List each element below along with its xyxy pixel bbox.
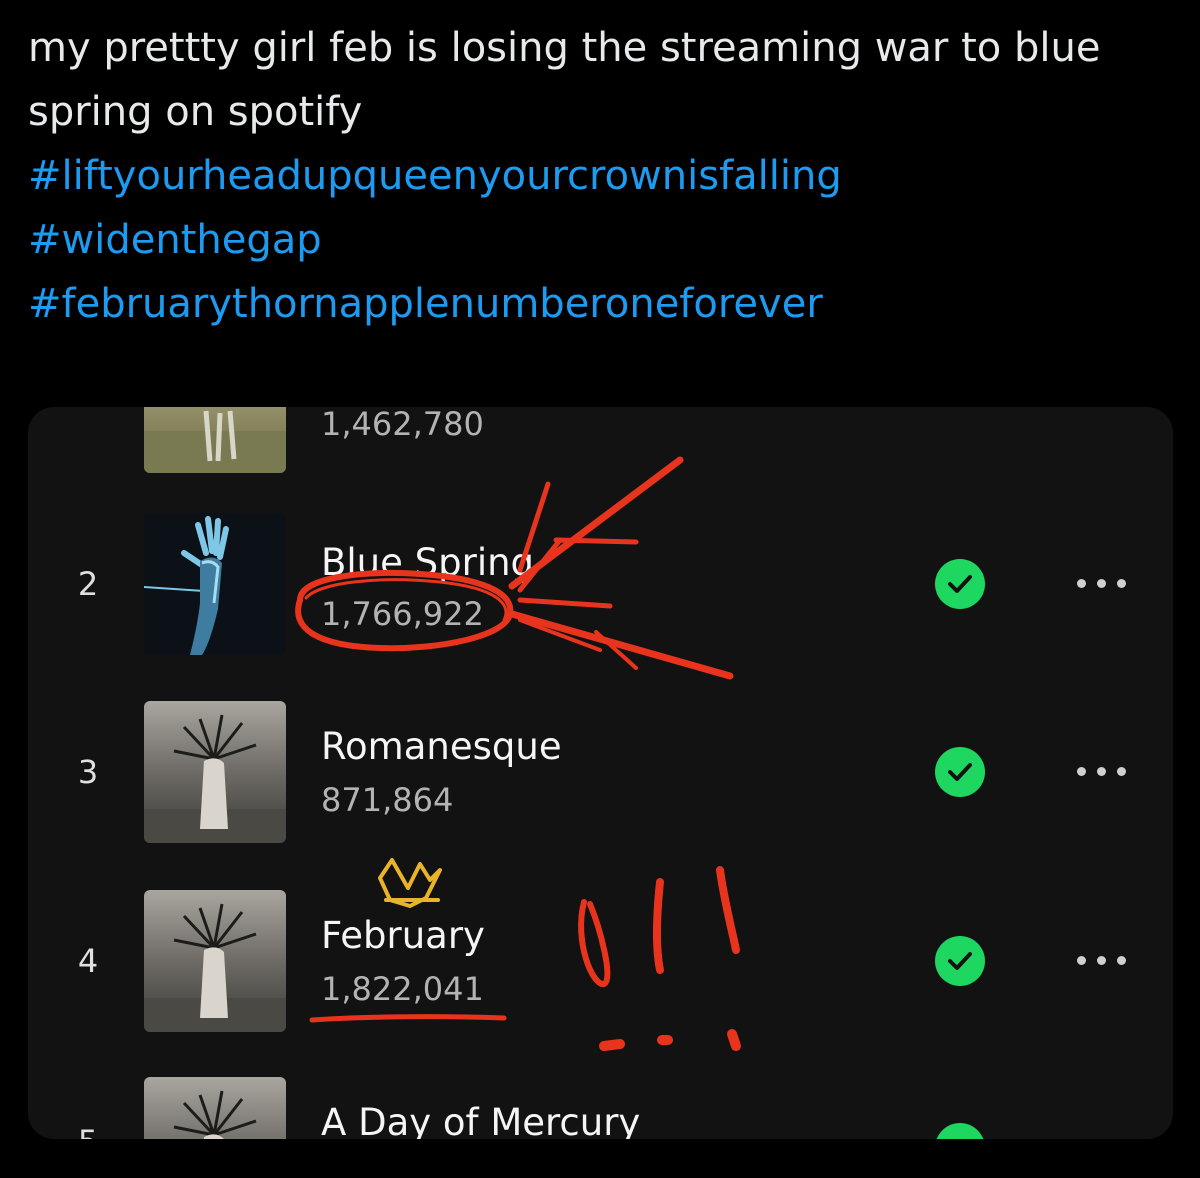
tweet-text-line: spring on spotify (28, 89, 363, 135)
more-options-icon[interactable] (1073, 569, 1133, 599)
track-plays: 1,462,780 (321, 407, 484, 443)
track-plays: 1,766,922 (321, 595, 484, 633)
track-title: February (321, 914, 485, 957)
track-rank: 2 (77, 565, 99, 603)
green-check-icon[interactable] (935, 559, 985, 609)
track-row[interactable]: 3 Romanesque 871,864 (28, 701, 1173, 843)
track-title: Romanesque (321, 725, 562, 768)
track-row[interactable]: 5 A Day of Mercury (28, 1077, 1173, 1139)
green-check-icon[interactable] (935, 1123, 985, 1139)
album-cover (144, 890, 286, 1032)
green-check-icon[interactable] (935, 747, 985, 797)
track-rank: 3 (77, 753, 99, 791)
hashtag-link[interactable]: #widenthegap (28, 208, 1168, 272)
album-cover (144, 1077, 286, 1139)
more-options-icon[interactable] (1073, 946, 1133, 976)
album-cover (144, 701, 286, 843)
track-row[interactable]: 1,462,780 (28, 407, 1173, 473)
track-row[interactable]: 4 February 1,822,041 (28, 890, 1173, 1032)
tweet-media-image[interactable]: 1,462,780 2 Blue Spring 1,766,922 3 Roma… (28, 407, 1173, 1139)
green-check-icon[interactable] (935, 936, 985, 986)
tweet-text-line: my prettty girl feb is losing the stream… (28, 25, 1101, 71)
track-row[interactable]: 2 Blue Spring 1,766,922 (28, 513, 1173, 655)
more-options-icon[interactable] (1073, 757, 1133, 787)
track-rank: 5 (68, 1123, 108, 1139)
album-cover (144, 407, 286, 473)
hashtag-link[interactable]: #februarythornapplenumberoneforever (28, 272, 1168, 336)
track-plays: 1,822,041 (321, 970, 484, 1008)
hashtag-link[interactable]: #liftyourheadupqueenyourcrownisfalling (28, 144, 1168, 208)
track-title: A Day of Mercury (321, 1101, 641, 1139)
track-plays: 871,864 (321, 781, 454, 819)
tweet-text: my prettty girl feb is losing the stream… (28, 16, 1168, 336)
album-cover (144, 513, 286, 655)
track-rank: 4 (77, 942, 99, 980)
track-title: Blue Spring (321, 541, 535, 584)
